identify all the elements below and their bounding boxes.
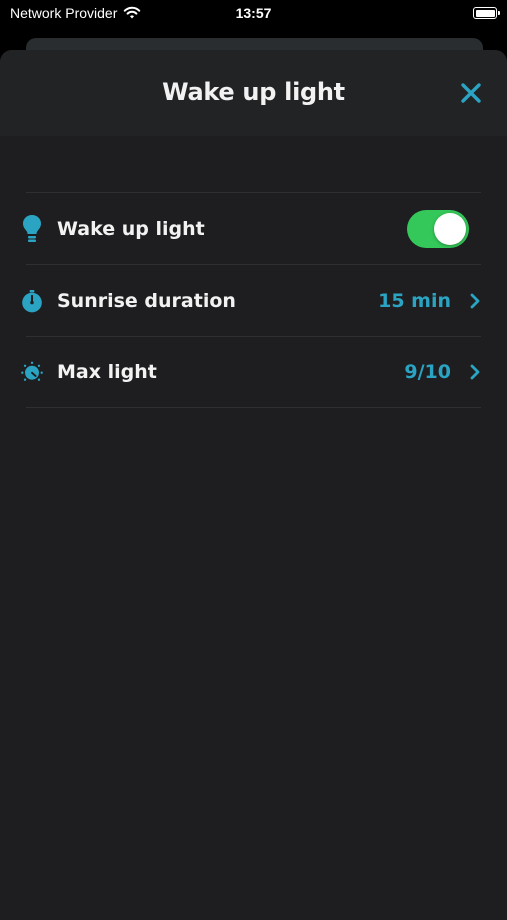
chevron-right-icon (470, 364, 480, 380)
brightness-dial-icon (21, 358, 43, 386)
sheet-header: Wake up light (0, 50, 507, 136)
status-bar: Network Provider 13:57 (0, 0, 507, 32)
wake-up-light-toggle[interactable] (407, 209, 469, 248)
status-time: 13:57 (235, 5, 272, 21)
sheet-title: Wake up light (162, 78, 345, 106)
wake-up-light-sheet: Wake up light Wake up light Sunrise dura… (0, 50, 507, 920)
setting-row-max-light[interactable]: Max light 9/10 (21, 336, 481, 408)
setting-value: 15 min (378, 289, 451, 312)
setting-row-sunrise-duration[interactable]: Sunrise duration 15 min (22, 264, 481, 336)
setting-label: Wake up light (57, 217, 205, 240)
lightbulb-icon (21, 214, 43, 243)
battery-icon (473, 7, 500, 19)
chevron-right-icon (470, 293, 480, 308)
setting-label: Max light (57, 361, 157, 383)
close-icon[interactable] (459, 81, 483, 105)
stopwatch-icon (21, 287, 43, 315)
toggle-knob (434, 212, 466, 245)
setting-label: Sunrise duration (57, 289, 236, 312)
setting-value: 9/10 (404, 361, 451, 383)
settings-list: Wake up light Sunrise duration 15 min Ma… (21, 192, 481, 408)
setting-row-wake-up-light: Wake up light (23, 192, 481, 264)
